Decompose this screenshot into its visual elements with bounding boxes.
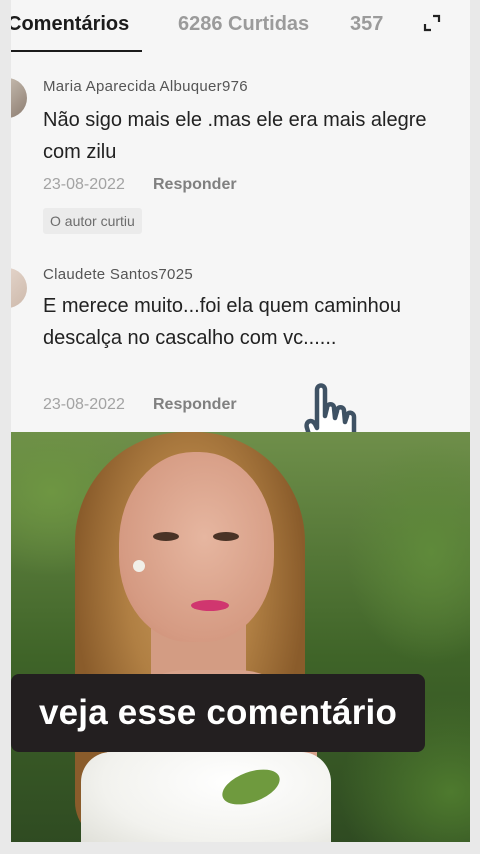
- left-eye: [153, 532, 179, 541]
- face: [119, 452, 274, 642]
- lips: [191, 600, 229, 611]
- video-caption: veja esse comentário: [11, 674, 425, 752]
- active-tab-indicator: [11, 50, 142, 52]
- comment-author[interactable]: Claudete Santos7025: [43, 266, 193, 283]
- comment-author[interactable]: Maria Aparecida Albuquer976: [43, 78, 248, 95]
- avatar[interactable]: [11, 268, 27, 308]
- dress: [81, 752, 331, 842]
- reply-button[interactable]: Responder: [153, 396, 237, 414]
- tab-count[interactable]: 357: [350, 13, 383, 36]
- tab-likes[interactable]: 6286 Curtidas: [178, 13, 309, 36]
- comments-panel: Comentários 6286 Curtidas 357 Maria Apar…: [11, 0, 470, 432]
- comment-date: 23-08-2022: [43, 176, 125, 193]
- tab-comments[interactable]: Comentários: [11, 13, 129, 36]
- earring: [133, 560, 145, 572]
- comment-text: Não sigo mais ele .mas ele era mais aleg…: [43, 109, 427, 163]
- avatar[interactable]: [11, 78, 27, 118]
- tab-bar: Comentários 6286 Curtidas 357: [11, 0, 470, 52]
- reply-button[interactable]: Responder: [153, 176, 237, 194]
- right-eye: [213, 532, 239, 541]
- author-liked-badge: O autor curtiu: [43, 208, 142, 234]
- comment-text: E merece muito...foi ela quem caminhou d…: [43, 295, 401, 349]
- expand-icon[interactable]: [423, 14, 441, 32]
- comment-date: 23-08-2022: [43, 396, 125, 413]
- video-frame[interactable]: veja esse comentário: [11, 432, 470, 842]
